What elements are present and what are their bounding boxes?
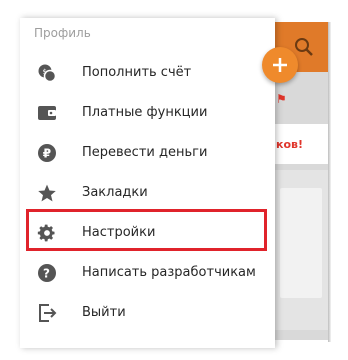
listing-card[interactable] [274,170,328,330]
menu-item-settings[interactable]: Настройки [20,212,275,252]
ruble-icon: ₽ [36,142,58,164]
menu-item-paid-features[interactable]: Платные функции [20,92,275,132]
menu-item-label: Перевести деньги [82,144,208,160]
gear-icon [36,222,58,244]
navigation-drawer: Профиль $ Пополнить счёт Платные функции… [20,18,275,348]
drawer-section-title: Профиль [34,26,91,40]
svg-text:$: $ [43,68,47,76]
menu-item-label: Закладки [82,184,148,200]
promo-text: ков! [276,138,304,151]
svg-text:₽: ₽ [43,147,51,161]
menu-item-contact-developers[interactable]: ? Написать разработчикам [20,252,275,292]
wallet-icon [36,102,58,124]
star-icon [36,182,58,204]
menu-item-transfer-money[interactable]: ₽ Перевести деньги [20,132,275,172]
map-marker-icon: ⚑ [276,92,287,106]
menu-item-logout[interactable]: Выйти [20,292,275,332]
menu-item-label: Пополнить счёт [82,64,192,80]
menu-item-label: Платные функции [82,104,208,120]
menu-item-label: Выйти [82,304,126,320]
menu-item-label: Настройки [82,224,156,240]
exit-icon [36,302,58,324]
menu-item-top-up[interactable]: $ Пополнить счёт [20,52,275,92]
coins-icon: $ [36,62,58,84]
plus-icon [273,58,287,72]
help-icon: ? [36,262,58,284]
svg-text:?: ? [43,267,50,281]
menu-item-bookmarks[interactable]: Закладки [20,172,275,212]
add-fab-button[interactable] [262,47,298,83]
edge-shadow [328,22,331,342]
menu-item-label: Написать разработчикам [82,264,256,280]
